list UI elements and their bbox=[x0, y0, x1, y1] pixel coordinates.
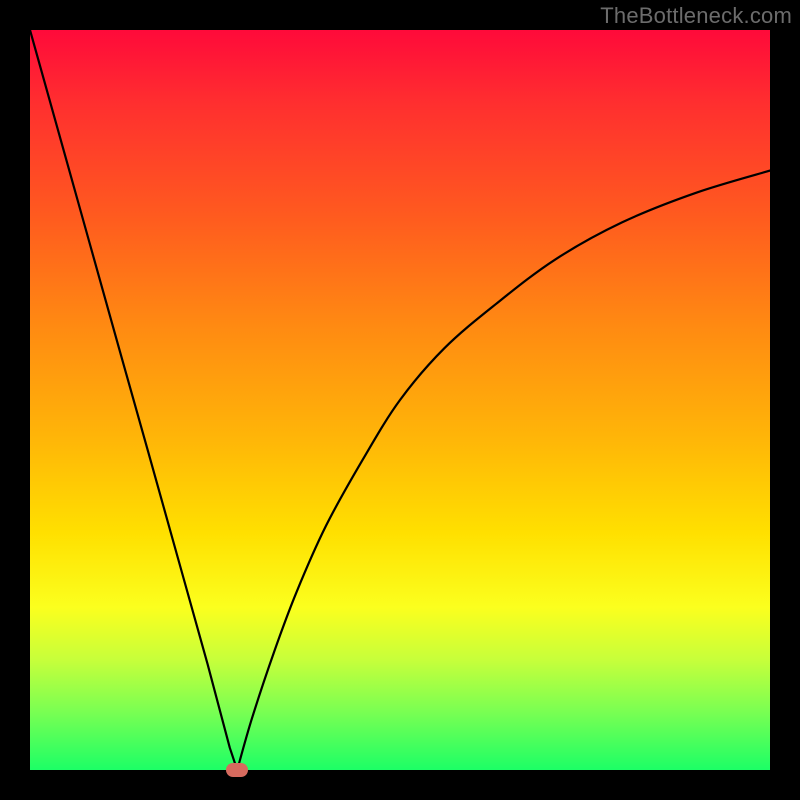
minimum-marker bbox=[226, 763, 248, 777]
curve-path bbox=[30, 30, 770, 770]
bottleneck-curve bbox=[30, 30, 770, 770]
chart-frame: TheBottleneck.com bbox=[0, 0, 800, 800]
watermark-text: TheBottleneck.com bbox=[600, 3, 792, 29]
plot-area bbox=[30, 30, 770, 770]
